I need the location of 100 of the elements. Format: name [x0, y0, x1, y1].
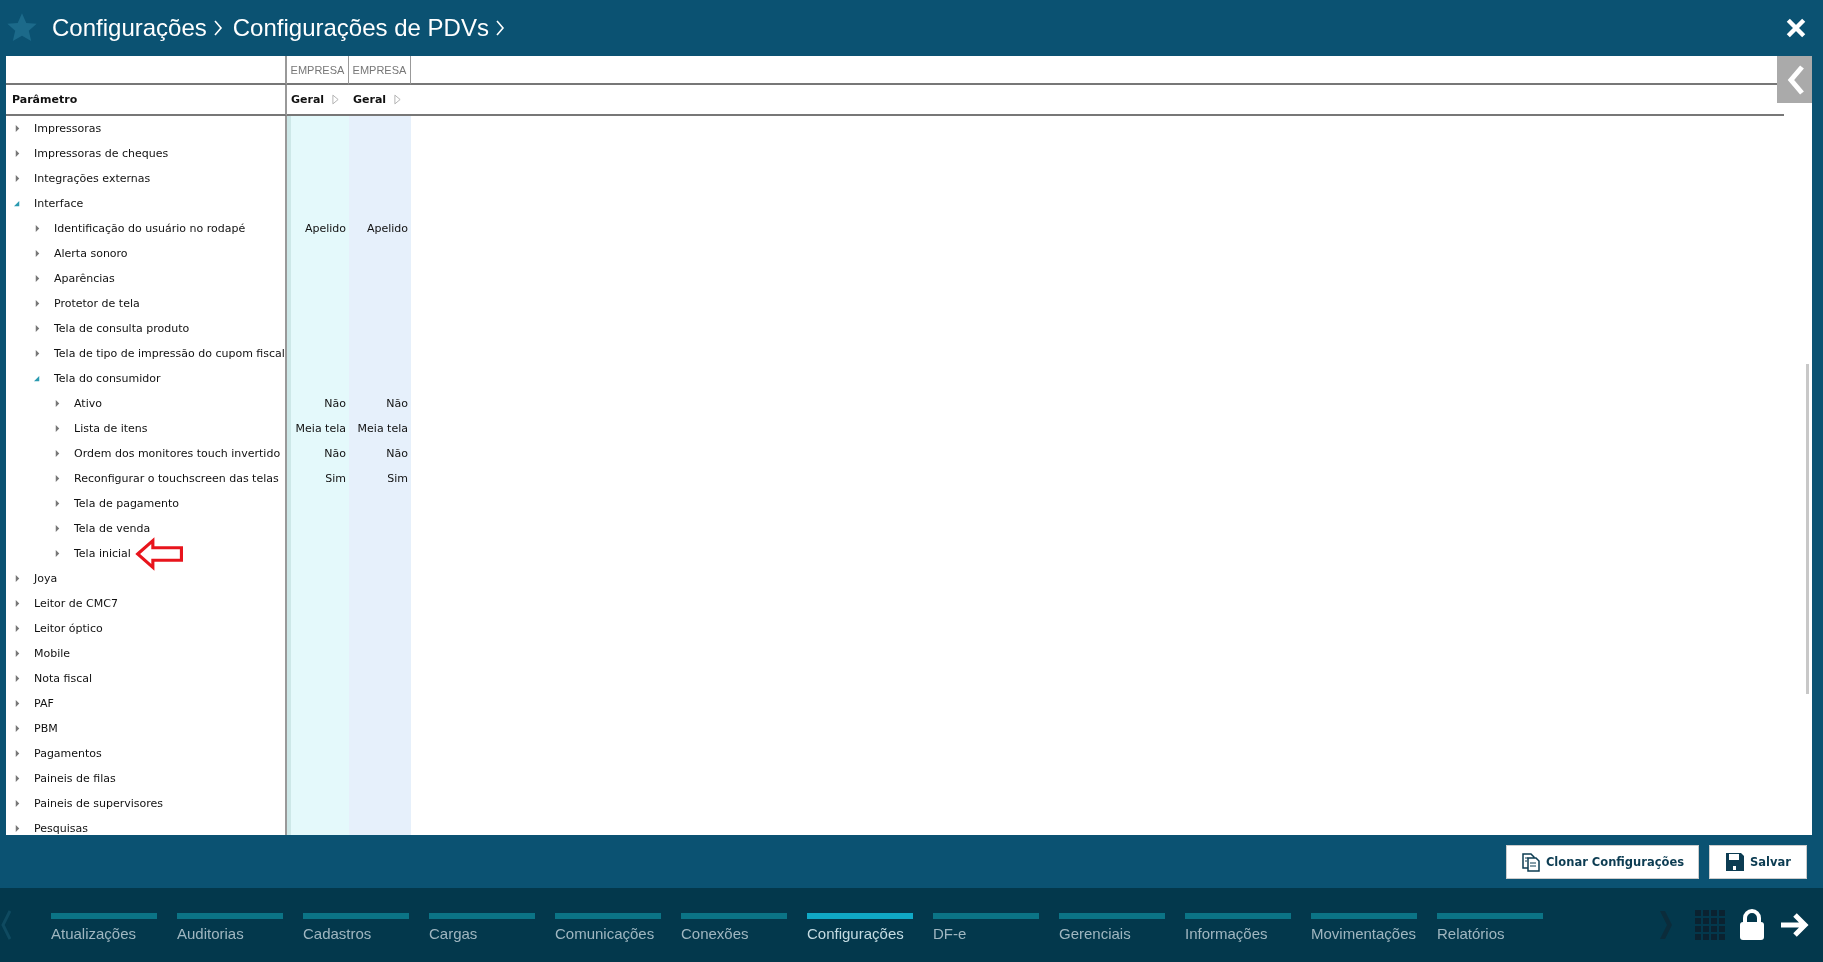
- tree-item[interactable]: Paineis de supervisores: [34, 797, 163, 810]
- expand-icon[interactable]: [34, 250, 41, 257]
- tree-item[interactable]: Tela de consulta produto: [54, 322, 190, 335]
- chevron-icon: [212, 18, 223, 38]
- expand-icon[interactable]: [54, 500, 61, 507]
- expand-icon[interactable]: [54, 425, 61, 432]
- nav-tab[interactable]: Movimentações: [1311, 912, 1417, 942]
- tree-item[interactable]: Impressoras de cheques: [34, 147, 169, 160]
- table-cell: [287, 816, 349, 835]
- expand-icon[interactable]: [34, 325, 41, 332]
- tree-item[interactable]: Integrações externas: [34, 172, 151, 185]
- expand-icon[interactable]: [14, 725, 21, 732]
- expand-icon[interactable]: [54, 475, 61, 482]
- table-cell: Sim: [287, 466, 349, 491]
- tree-item[interactable]: Tela inicial: [74, 547, 131, 560]
- expand-icon[interactable]: [34, 275, 41, 282]
- tree-item[interactable]: PAF: [34, 697, 54, 710]
- expand-icon[interactable]: [14, 675, 21, 682]
- tree-item[interactable]: Tela de tipo de impressão do cupom fiscal: [54, 347, 285, 360]
- column-group-header: EMPRESA: [287, 56, 349, 85]
- table-cell: Sim: [349, 466, 411, 491]
- tree-item[interactable]: Interface: [34, 197, 84, 210]
- expand-icon[interactable]: [14, 750, 21, 757]
- nav-tab[interactable]: DF-e: [933, 912, 1039, 942]
- tree-item[interactable]: Pesquisas: [34, 822, 88, 835]
- tree-item[interactable]: Joya: [34, 572, 58, 585]
- expand-icon[interactable]: [14, 125, 21, 132]
- expand-icon[interactable]: [54, 550, 61, 557]
- nav-tab[interactable]: Informações: [1185, 912, 1291, 942]
- expand-icon[interactable]: [14, 600, 21, 607]
- tree-item[interactable]: Protetor de tela: [54, 297, 140, 310]
- table-cell: [349, 816, 411, 835]
- tree-item[interactable]: Identificação do usuário no rodapé: [54, 222, 246, 235]
- tree-item[interactable]: Nota fiscal: [34, 672, 92, 685]
- lock-icon[interactable]: [1739, 909, 1765, 941]
- table-cell: [349, 116, 411, 141]
- chevron-icon: [494, 18, 505, 38]
- tree-item[interactable]: Paineis de filas: [34, 772, 116, 785]
- tree-item[interactable]: Leitor óptico: [34, 622, 103, 635]
- breadcrumb-link[interactable]: Configurações: [52, 14, 207, 42]
- tree-item[interactable]: Leitor de CMC7: [34, 597, 118, 610]
- nav-tab[interactable]: Cadastros: [303, 912, 409, 942]
- arrow-right-icon[interactable]: [1779, 912, 1811, 938]
- collapse-icon[interactable]: [14, 200, 21, 207]
- column-header[interactable]: Geral: [353, 93, 387, 106]
- nav-tab[interactable]: Relatórios: [1437, 912, 1543, 942]
- expand-icon[interactable]: [14, 625, 21, 632]
- expand-icon[interactable]: [14, 825, 21, 832]
- tree-item[interactable]: Ativo: [74, 397, 102, 410]
- tree-item[interactable]: Tela de venda: [74, 522, 151, 535]
- collapse-icon[interactable]: [34, 375, 41, 382]
- table-cell: Apelido: [287, 216, 349, 241]
- nav-tab[interactable]: Cargas: [429, 912, 535, 942]
- nav-tab[interactable]: Comunicações: [555, 912, 661, 942]
- table-cell: Não: [287, 441, 349, 466]
- expand-icon[interactable]: [14, 800, 21, 807]
- table-cell: Meia tela: [349, 416, 411, 441]
- table-cell: Não: [349, 391, 411, 416]
- nav-tab[interactable]: Conexões: [681, 912, 787, 942]
- tree-item[interactable]: Alerta sonoro: [54, 247, 128, 260]
- tree-item[interactable]: PBM: [34, 722, 58, 735]
- tree-item[interactable]: Tela do consumidor: [54, 372, 161, 385]
- nav-tab[interactable]: Configurações: [807, 912, 913, 942]
- tree-item[interactable]: Pagamentos: [34, 747, 102, 760]
- close-icon[interactable]: [1785, 17, 1807, 39]
- column-group-header: EMPRESA: [349, 56, 411, 85]
- save-button[interactable]: Salvar: [1709, 844, 1807, 879]
- expand-icon[interactable]: [14, 150, 21, 157]
- tree-item[interactable]: Aparências: [54, 272, 115, 285]
- tree-item[interactable]: Reconfigurar o touchscreen das telas: [74, 472, 279, 485]
- chevron-left-icon: [1786, 63, 1806, 96]
- nav-tab[interactable]: Auditorias: [177, 912, 283, 942]
- table-cell: [287, 116, 349, 141]
- expand-icon[interactable]: [14, 575, 21, 582]
- tree-item[interactable]: Impressoras: [34, 122, 102, 135]
- expand-icon[interactable]: [34, 300, 41, 307]
- expand-icon[interactable]: [14, 775, 21, 782]
- expand-icon[interactable]: [54, 525, 61, 532]
- collapse-button[interactable]: [1777, 56, 1812, 103]
- expand-icon[interactable]: [54, 450, 61, 457]
- table-cell: Meia tela: [287, 416, 349, 441]
- nav-tab[interactable]: Gerenciais: [1059, 912, 1165, 942]
- breadcrumb-link[interactable]: Configurações de PDVs: [232, 14, 489, 42]
- expand-icon[interactable]: [34, 350, 41, 357]
- tree-item[interactable]: Tela de pagamento: [74, 497, 180, 510]
- tree-item[interactable]: Ordem dos monitores touch invertido: [74, 447, 281, 460]
- column-header[interactable]: Geral: [291, 93, 325, 106]
- star-icon[interactable]: [6, 12, 38, 44]
- table-cell: Não: [287, 391, 349, 416]
- clone-button[interactable]: Clonar Configurações: [1505, 844, 1700, 879]
- tree-item[interactable]: Lista de itens: [74, 422, 148, 435]
- expand-icon[interactable]: [34, 225, 41, 232]
- tree-item[interactable]: Mobile: [34, 647, 71, 660]
- expand-icon[interactable]: [14, 650, 21, 657]
- nav-tab[interactable]: Atualizações: [51, 912, 157, 942]
- expand-icon[interactable]: [54, 400, 61, 407]
- scroll-thumb[interactable]: [1806, 364, 1809, 694]
- table-cell: Apelido: [349, 216, 411, 241]
- expand-icon[interactable]: [14, 175, 21, 182]
- expand-icon[interactable]: [14, 700, 21, 707]
